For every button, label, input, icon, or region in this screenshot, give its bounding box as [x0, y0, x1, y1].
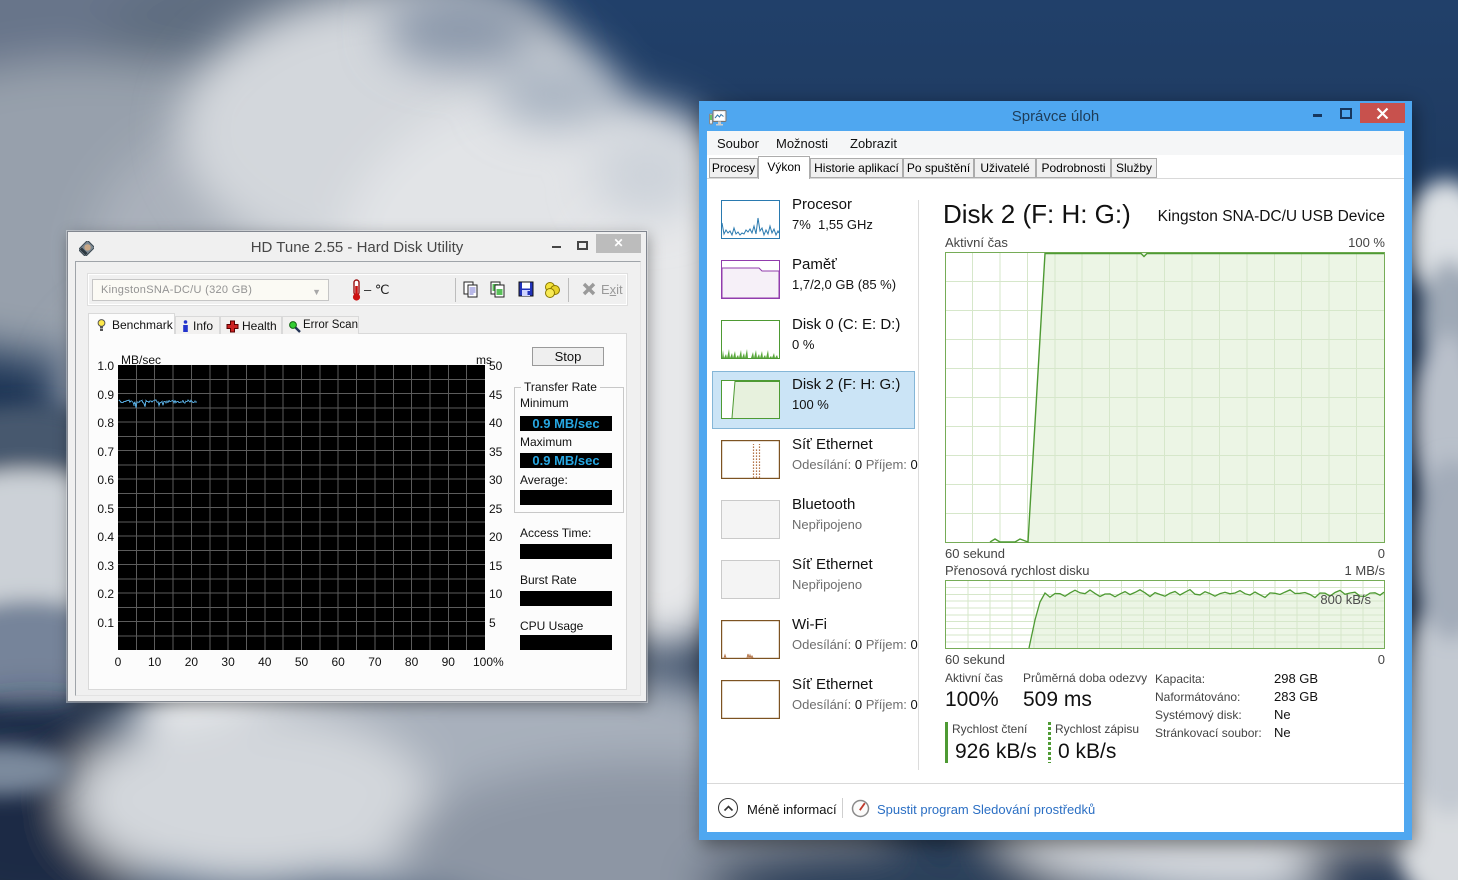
svg-text:– ℃: – ℃	[364, 282, 389, 297]
